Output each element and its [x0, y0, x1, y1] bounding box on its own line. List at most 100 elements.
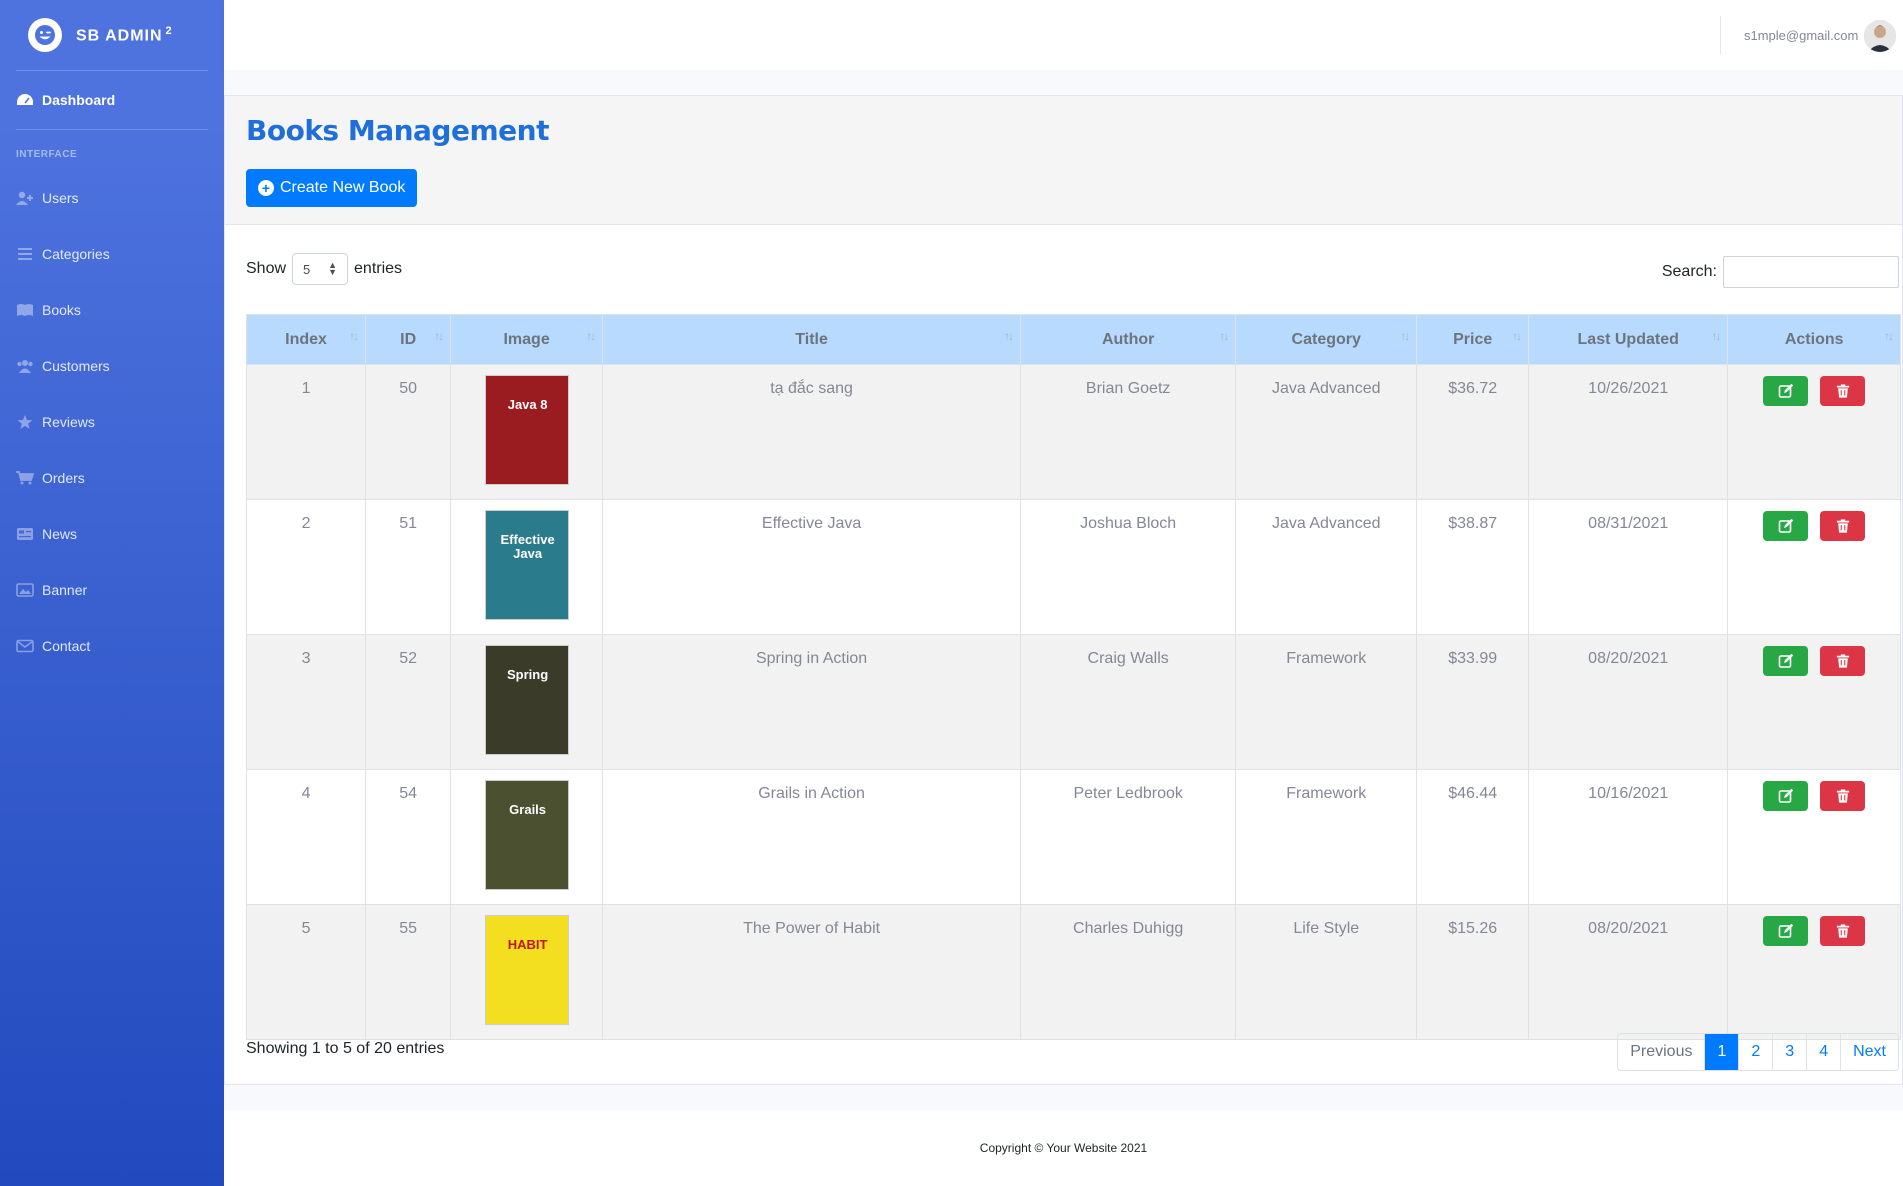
book-cover-image: Java 8 [484, 375, 569, 485]
column-header-id[interactable]: ID ↑↓ [365, 314, 452, 365]
table-row: 1 50 Java 8 tạ đắc sang Brian Goetz Java Adva… [245, 364, 1901, 500]
search-input[interactable] [1723, 256, 1899, 288]
cell-index: 4 [245, 769, 367, 905]
sidebar-item-categories[interactable]: Categories [0, 226, 224, 282]
book-icon [17, 304, 33, 316]
column-header-index[interactable]: Index ↑↓ [245, 314, 367, 365]
column-header-price[interactable]: Price ↑↓ [1416, 314, 1530, 365]
create-book-button[interactable]: + Create New Book [246, 169, 418, 207]
column-header-category[interactable]: Category ↑↓ [1235, 314, 1418, 365]
sidebar-item-books[interactable]: Books [0, 282, 224, 338]
delete-button[interactable] [1820, 511, 1866, 541]
sidebar-item-label: Dashboard [42, 92, 116, 108]
pagination-previous[interactable]: Previous [1618, 1034, 1704, 1070]
page-title: Books Management [246, 114, 549, 147]
table-row: 3 52 Spring Spring in Action Craig Walls Fram… [245, 634, 1901, 770]
cart-icon [16, 471, 34, 485]
brand-name: SB ADMIN 2 [76, 24, 173, 45]
sidebar-item-label: Orders [42, 470, 85, 486]
book-cover-image: HABIT [484, 915, 569, 1025]
sort-icon: ↑↓ [349, 329, 359, 343]
delete-button[interactable] [1820, 646, 1866, 676]
sidebar-item-news[interactable]: News [0, 506, 224, 562]
cell-price: $46.44 [1416, 769, 1530, 905]
user-email[interactable]: s1mple@gmail.com [1744, 28, 1858, 43]
cell-price: $36.72 [1416, 364, 1530, 500]
cell-id: 51 [365, 499, 452, 635]
cell-last-updated: 08/31/2021 [1528, 499, 1729, 635]
delete-button[interactable] [1820, 916, 1866, 946]
column-header-last-updated[interactable]: Last Updated ↑↓ [1528, 314, 1729, 365]
sidebar-item-banner[interactable]: Banner [0, 562, 224, 618]
list-icon [18, 248, 32, 260]
pagination-page-1[interactable]: 1 [1704, 1034, 1739, 1070]
cell-category: Java Advanced [1235, 499, 1418, 635]
table-row: 5 55 HABIT The Power of Habit Charles Duhigg… [245, 904, 1901, 1040]
sidebar-item-contact[interactable]: Contact [0, 618, 224, 674]
search-control: Search: [1662, 256, 1899, 288]
cell-price: $38.87 [1416, 499, 1530, 635]
cell-index: 1 [245, 364, 367, 500]
cell-price: $33.99 [1416, 634, 1530, 770]
sidebar-brand[interactable]: SB ADMIN 2 [0, 0, 224, 70]
sidebar: SB ADMIN 2 Dashboard INTERFACE Users Cate… [0, 0, 224, 1186]
sort-icon: ↑↓ [1512, 329, 1522, 343]
pagination-page-4[interactable]: 4 [1806, 1034, 1840, 1070]
edit-icon [1778, 923, 1793, 938]
sidebar-item-reviews[interactable]: Reviews [0, 394, 224, 450]
sort-icon: ↑↓ [1004, 329, 1014, 343]
star-icon [17, 415, 33, 429]
plus-circle-icon: + [258, 180, 274, 196]
sort-icon: ↑↓ [1884, 329, 1894, 343]
sidebar-item-orders[interactable]: Orders [0, 450, 224, 506]
books-card: Books Management + Create New Book Show … [224, 95, 1903, 1085]
cell-image: HABIT [450, 904, 604, 1040]
edit-button[interactable] [1763, 376, 1809, 406]
edit-button[interactable] [1763, 781, 1809, 811]
copyright-text: Copyright © Your Website 2021 [979, 1141, 1148, 1155]
entries-select[interactable]: 5 ▲ ▼ [292, 253, 349, 285]
edit-button[interactable] [1763, 916, 1809, 946]
sidebar-item-label: Reviews [42, 414, 95, 430]
delete-button[interactable] [1820, 781, 1866, 811]
search-label: Search: [1661, 263, 1717, 280]
book-cover-image: Effective Java [484, 510, 569, 620]
books-table: Index ↑↓ ID ↑↓ Image ↑↓ Title ↑↓ Author ↑↓ Ca… [245, 314, 1901, 1040]
column-header-image[interactable]: Image ↑↓ [450, 314, 604, 365]
sidebar-item-label: Users [42, 190, 79, 206]
cell-id: 52 [365, 634, 452, 770]
cell-title: Effective Java [602, 499, 1022, 635]
pagination-next[interactable]: Next [1840, 1034, 1898, 1070]
cell-author: Charles Duhigg [1020, 904, 1237, 1040]
edit-button[interactable] [1763, 646, 1809, 676]
pagination-page-2[interactable]: 2 [1738, 1034, 1772, 1070]
pagination-page-3[interactable]: 3 [1772, 1034, 1806, 1070]
tachometer-icon [17, 94, 33, 105]
edit-button[interactable] [1763, 511, 1809, 541]
trash-icon [1836, 654, 1849, 668]
footer: Copyright © Your Website 2021 [224, 1110, 1903, 1186]
entries-label: entries [354, 260, 403, 277]
cell-title: Spring in Action [602, 634, 1022, 770]
cell-image: Java 8 [450, 364, 604, 500]
sidebar-item-customers[interactable]: Customers [0, 338, 224, 394]
sidebar-item-label: Books [42, 302, 81, 318]
trash-icon [1836, 519, 1849, 533]
entries-value: 5 [303, 261, 311, 277]
delete-button[interactable] [1820, 376, 1866, 406]
cell-index: 5 [245, 904, 367, 1040]
sidebar-item-dashboard[interactable]: Dashboard [0, 71, 224, 129]
column-header-title[interactable]: Title ↑↓ [602, 314, 1022, 365]
sidebar-item-users[interactable]: Users [0, 170, 224, 226]
edit-icon [1778, 383, 1793, 398]
cell-title: Grails in Action [602, 769, 1022, 905]
column-header-actions[interactable]: Actions ↑↓ [1727, 314, 1901, 365]
sort-icon: ↑↓ [1400, 329, 1410, 343]
topbar: s1mple@gmail.com [224, 0, 1903, 70]
trash-icon [1836, 384, 1849, 398]
avatar[interactable] [1864, 20, 1896, 52]
main-content: Books Management + Create New Book Show … [224, 70, 1903, 1085]
show-label: Show [246, 260, 287, 277]
column-header-author[interactable]: Author ↑↓ [1020, 314, 1237, 365]
cell-image: Effective Java [450, 499, 604, 635]
